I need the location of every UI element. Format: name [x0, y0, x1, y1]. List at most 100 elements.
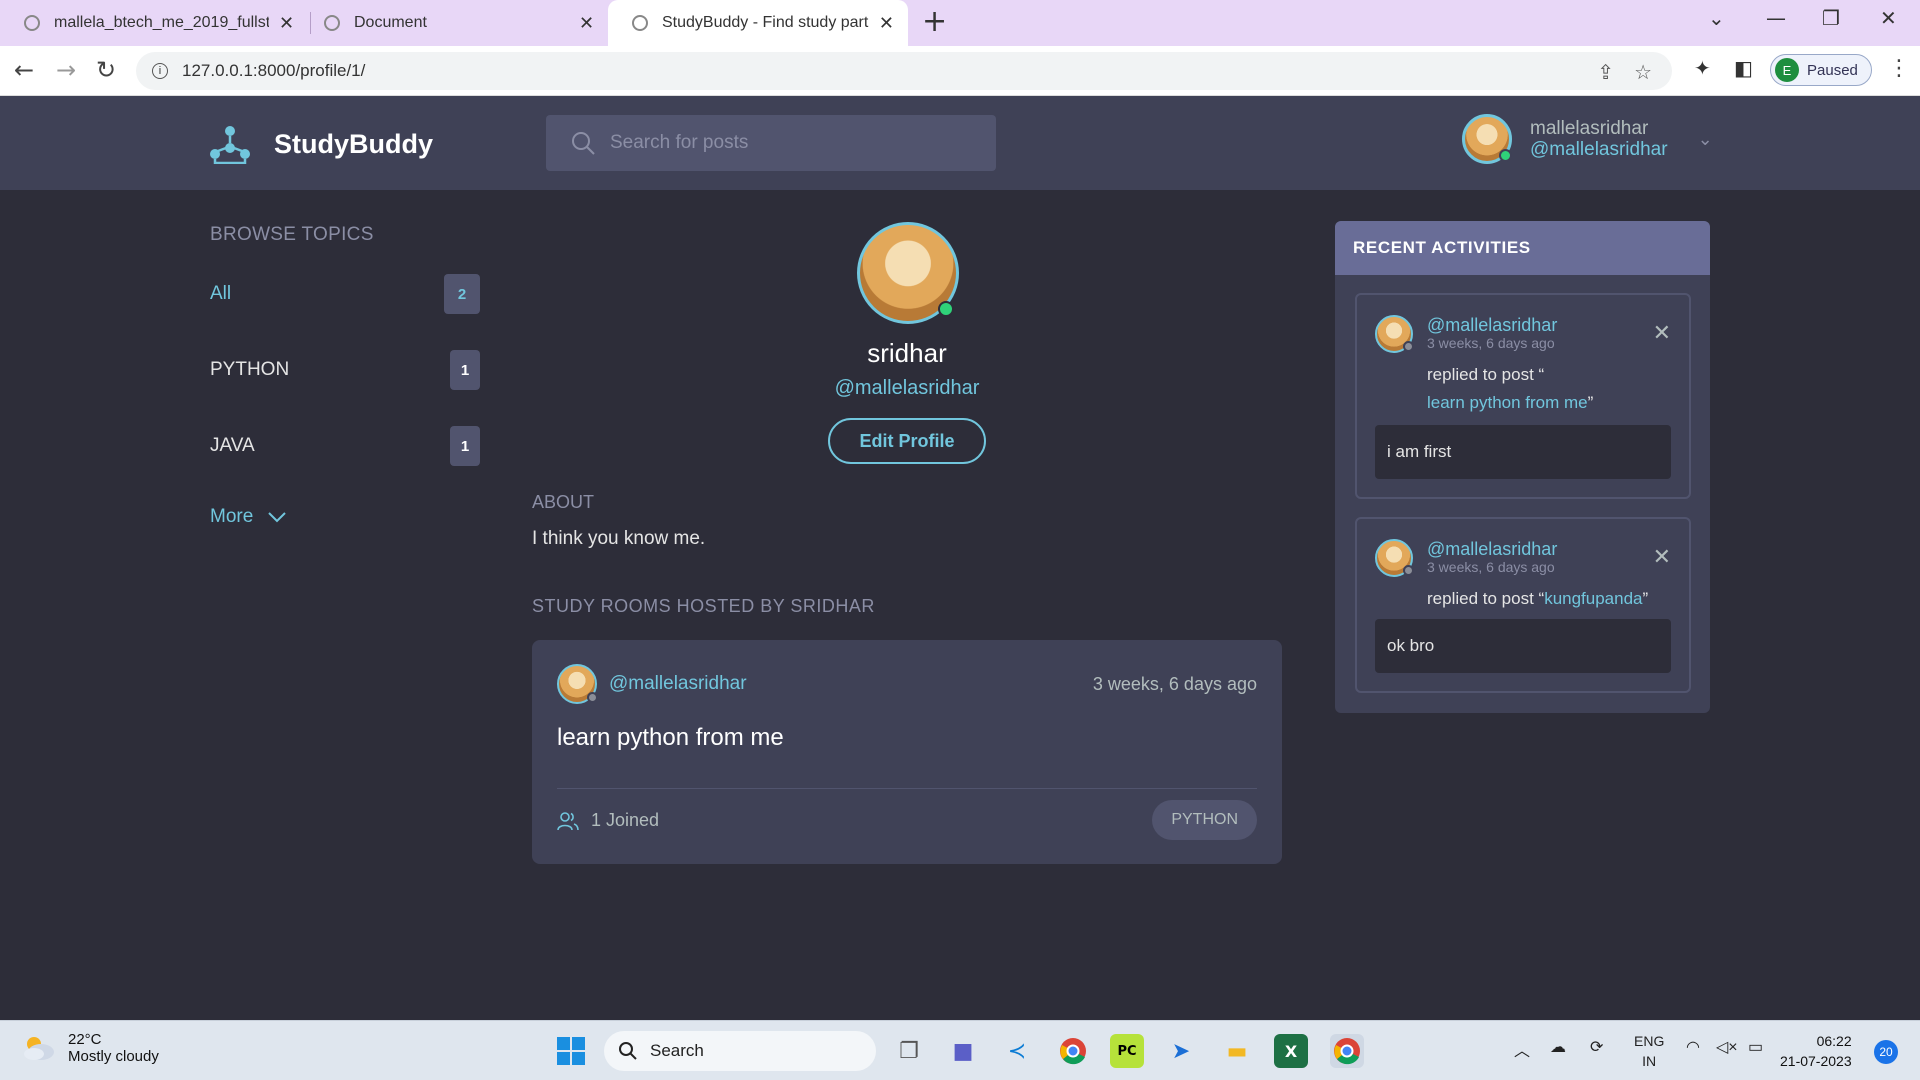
offline-indicator: [587, 692, 598, 703]
language-indicator[interactable]: ENG IN: [1634, 1031, 1664, 1071]
tab-title: StudyBuddy - Find study partners: [662, 14, 869, 31]
new-tab-button[interactable]: +: [922, 4, 947, 39]
close-icon[interactable]: ✕: [1653, 545, 1671, 570]
site-info-icon[interactable]: i: [152, 63, 168, 79]
avatar: [1462, 114, 1512, 164]
globe-icon: [324, 15, 340, 31]
room-topic-tag[interactable]: PYTHON: [1152, 800, 1257, 840]
side-panel-icon[interactable]: ◧: [1734, 56, 1753, 80]
activity-post-link[interactable]: learn python from me: [1427, 393, 1588, 412]
windows-start-icon[interactable]: [554, 1034, 588, 1068]
browser-tab-bar: mallela_btech_me_2019_fullstack ✕ Docume…: [0, 0, 1920, 46]
topic-item-python[interactable]: PYTHON 1: [210, 350, 480, 390]
browser-tab-github[interactable]: mallela_btech_me_2019_fullstack ✕: [0, 0, 308, 46]
close-window-icon[interactable]: ✕: [1880, 6, 1897, 30]
browser-tab-studybuddy[interactable]: StudyBuddy - Find study partners ✕: [608, 0, 908, 46]
room-time: 3 weeks, 6 days ago: [1092, 673, 1257, 694]
topic-item-java[interactable]: JAVA 1: [210, 426, 480, 466]
activity-message: i am first: [1375, 425, 1671, 479]
restore-icon[interactable]: ❐: [1822, 6, 1840, 30]
topic-label: PYTHON: [210, 359, 290, 380]
excel-icon[interactable]: X: [1274, 1034, 1308, 1068]
vscode-icon[interactable]: ≺: [1000, 1034, 1034, 1068]
more-label: More: [210, 506, 254, 527]
clock-date: 21-07-2023: [1780, 1053, 1852, 1069]
search-box[interactable]: [546, 115, 996, 171]
lang-code: ENG: [1634, 1033, 1665, 1049]
pycharm-icon[interactable]: PC: [1110, 1034, 1144, 1068]
battery-icon[interactable]: ▭: [1748, 1037, 1763, 1057]
temperature: 22°C: [68, 1031, 102, 1048]
onedrive-icon[interactable]: ☁: [1550, 1037, 1566, 1057]
tab-title: mallela_btech_me_2019_fullstack: [54, 14, 269, 31]
tab-search-icon[interactable]: ⌄: [1708, 6, 1725, 30]
topic-item-all[interactable]: All 2: [210, 274, 480, 314]
more-topics-button[interactable]: More: [210, 506, 287, 528]
tab-close-icon[interactable]: ✕: [579, 13, 594, 34]
activity-handle[interactable]: @mallelasridhar: [1427, 539, 1648, 559]
close-icon[interactable]: ✕: [1653, 321, 1671, 346]
file-explorer-icon[interactable]: ▬: [1220, 1034, 1254, 1068]
user-menu[interactable]: mallelasridhar @mallelasridhar ⌄: [1462, 114, 1713, 164]
chrome-icon[interactable]: [1056, 1034, 1090, 1068]
tab-close-icon[interactable]: ✕: [879, 13, 894, 34]
weather-widget[interactable]: 22°C Mostly cloudy: [22, 1031, 159, 1065]
teams-chat-icon[interactable]: ■: [946, 1034, 980, 1068]
edit-profile-button[interactable]: Edit Profile: [828, 418, 986, 464]
clock[interactable]: 06:22 21-07-2023: [1780, 1031, 1852, 1071]
logo[interactable]: StudyBuddy: [208, 124, 433, 164]
profile-paused-button[interactable]: E Paused: [1770, 54, 1872, 86]
topics-sidebar: BROWSE TOPICS All 2 PYTHON 1 JAVA 1 More: [210, 224, 480, 527]
back-icon[interactable]: ←: [14, 56, 34, 84]
reload-icon[interactable]: ↻: [96, 56, 116, 84]
activity-post-link[interactable]: kungfupanda: [1544, 589, 1642, 608]
taskbar: 22°C Mostly cloudy Search ❐ ■ ≺ PC ➤ ▬ X…: [0, 1020, 1920, 1080]
avatar: [557, 664, 598, 704]
minimize-icon[interactable]: —: [1766, 6, 1786, 30]
joined-count: 1 Joined: [591, 810, 660, 830]
forward-icon[interactable]: →: [56, 56, 76, 84]
share-icon[interactable]: ⇪: [1597, 60, 1614, 85]
activity-quote-end: ”: [1587, 393, 1594, 412]
taskbar-search[interactable]: Search: [604, 1031, 876, 1071]
sync-icon[interactable]: ⟳: [1590, 1037, 1603, 1057]
activity-item: @mallelasridhar 3 weeks, 6 days ago repl…: [1355, 293, 1691, 499]
extensions-icon[interactable]: ✦: [1694, 56, 1711, 80]
url-text: 127.0.0.1:8000/profile/1/: [182, 61, 366, 80]
tab-close-icon[interactable]: ✕: [279, 13, 294, 34]
room-joined: 1 Joined: [557, 810, 659, 831]
activity-message: ok bro: [1375, 619, 1671, 673]
activity-action: replied to post “: [1427, 365, 1545, 384]
notification-badge[interactable]: 20: [1874, 1040, 1898, 1064]
search-input[interactable]: [610, 132, 970, 154]
activity-time: 3 weeks, 6 days ago: [1427, 335, 1555, 351]
profile-avatar-icon: E: [1775, 58, 1799, 82]
globe-icon: [24, 15, 40, 31]
room-card[interactable]: @mallelasridhar 3 weeks, 6 days ago lear…: [532, 640, 1282, 864]
browser-tab-document[interactable]: Document ✕: [300, 0, 608, 46]
url-field[interactable]: i 127.0.0.1:8000/profile/1/ ⇪ ☆: [136, 52, 1672, 90]
address-bar-row: ← → ↻ i 127.0.0.1:8000/profile/1/ ⇪ ☆: [0, 46, 1920, 96]
logo-icon: [210, 126, 250, 164]
topic-label: All: [210, 283, 232, 304]
bookmark-star-icon[interactable]: ☆: [1634, 60, 1652, 85]
about-text: I think you know me.: [532, 528, 706, 549]
avatar: [1375, 315, 1414, 353]
app-name: StudyBuddy: [274, 128, 433, 159]
speaker-muted-icon[interactable]: ◁×: [1716, 1037, 1738, 1057]
mysql-workbench-icon[interactable]: ➤: [1164, 1034, 1198, 1068]
app-header: StudyBuddy mallelasridhar @mallelasridha…: [0, 96, 1920, 190]
topic-count: 2: [444, 274, 480, 314]
room-title[interactable]: learn python from me: [557, 724, 784, 752]
chevron-down-icon[interactable]: ⌄: [1698, 129, 1713, 150]
chevron-up-icon[interactable]: ︿: [1514, 1037, 1530, 1061]
task-view-icon[interactable]: ❐: [892, 1034, 926, 1068]
offline-indicator: [1403, 565, 1414, 576]
browser-menu-icon[interactable]: ⋮: [1888, 56, 1910, 81]
activity-handle[interactable]: @mallelasridhar: [1427, 315, 1593, 335]
users-icon: [557, 811, 579, 830]
taskbar-search-label: Search: [650, 1041, 704, 1060]
room-host[interactable]: @mallelasridhar: [557, 664, 747, 704]
wifi-icon[interactable]: ◠: [1686, 1037, 1700, 1057]
chrome-profile-icon[interactable]: [1330, 1034, 1364, 1068]
